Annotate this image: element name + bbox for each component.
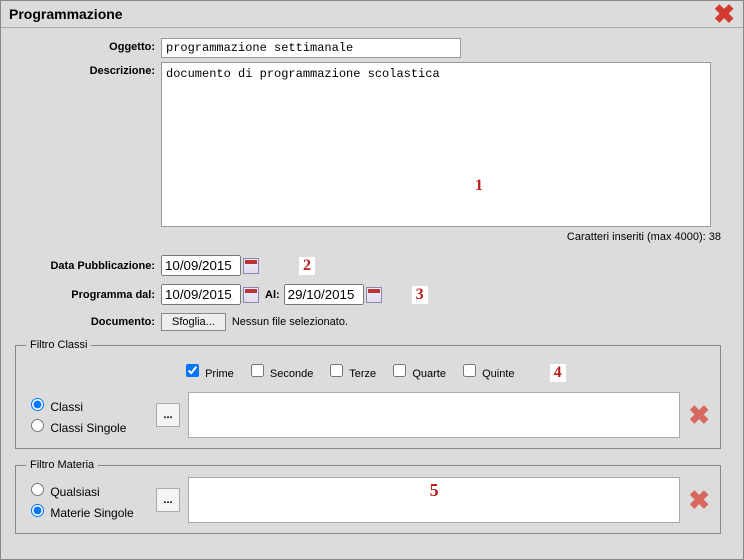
programma-dal-label: Programma dal:: [11, 289, 161, 301]
programma-dal-input[interactable]: [161, 284, 241, 305]
data-pubblicazione-input[interactable]: [161, 255, 241, 276]
calendar-icon[interactable]: [243, 258, 259, 274]
clear-classi-icon[interactable]: ✖: [688, 400, 710, 431]
sfoglia-button[interactable]: Sfoglia...: [161, 313, 226, 331]
clear-materia-icon[interactable]: ✖: [688, 485, 710, 516]
marker-1: 1: [471, 177, 487, 195]
calendar-icon[interactable]: [366, 287, 382, 303]
data-pubblicazione-label: Data Pubblicazione:: [11, 260, 161, 272]
filtro-materia-legend: Filtro Materia: [26, 459, 98, 471]
char-counter: Caratteri inseriti (max 4000): 38: [11, 231, 721, 243]
filtro-classi-legend: Filtro Classi: [26, 339, 91, 351]
marker-2: 2: [299, 257, 315, 275]
checkbox-seconde[interactable]: [251, 364, 264, 377]
titlebar: Programmazione ✖: [1, 1, 743, 28]
checkbox-prime[interactable]: [186, 364, 199, 377]
calendar-icon[interactable]: [243, 287, 259, 303]
oggetto-label: Oggetto:: [11, 38, 161, 53]
documento-label: Documento:: [11, 316, 161, 328]
filtro-materia-fieldset: Filtro Materia Qualsiasi Materie Singole…: [15, 459, 721, 534]
checkbox-quinte[interactable]: [463, 364, 476, 377]
marker-4: 4: [550, 364, 566, 382]
marker-5: 5: [430, 480, 439, 500]
descrizione-textarea[interactable]: [161, 62, 711, 227]
materia-picker-button[interactable]: ...: [156, 488, 180, 512]
materia-selection-box[interactable]: 5: [188, 477, 680, 523]
classi-selection-box[interactable]: [188, 392, 680, 438]
oggetto-input[interactable]: [161, 38, 461, 58]
file-status: Nessun file selezionato.: [232, 316, 348, 328]
programma-al-input[interactable]: [284, 284, 364, 305]
checkbox-terze[interactable]: [330, 364, 343, 377]
close-icon[interactable]: ✖: [713, 5, 735, 23]
filtro-classi-fieldset: Filtro Classi Prime Seconde Terze Quarte…: [15, 339, 721, 449]
dialog-content: Oggetto: Descrizione: 1 Caratteri inseri…: [1, 28, 743, 554]
classi-checkbox-row: Prime Seconde Terze Quarte Quinte 4: [182, 361, 710, 382]
radio-qualsiasi[interactable]: [31, 483, 44, 496]
radio-materie-singole[interactable]: [31, 504, 44, 517]
marker-3: 3: [412, 286, 428, 304]
descrizione-label: Descrizione:: [11, 62, 161, 77]
checkbox-quarte[interactable]: [393, 364, 406, 377]
al-label: Al:: [265, 289, 280, 301]
radio-classi-singole[interactable]: [31, 419, 44, 432]
classi-picker-button[interactable]: ...: [156, 403, 180, 427]
radio-classi[interactable]: [31, 398, 44, 411]
programmazione-dialog: Programmazione ✖ Oggetto: Descrizione: 1…: [0, 0, 744, 560]
window-title: Programmazione: [9, 6, 123, 22]
